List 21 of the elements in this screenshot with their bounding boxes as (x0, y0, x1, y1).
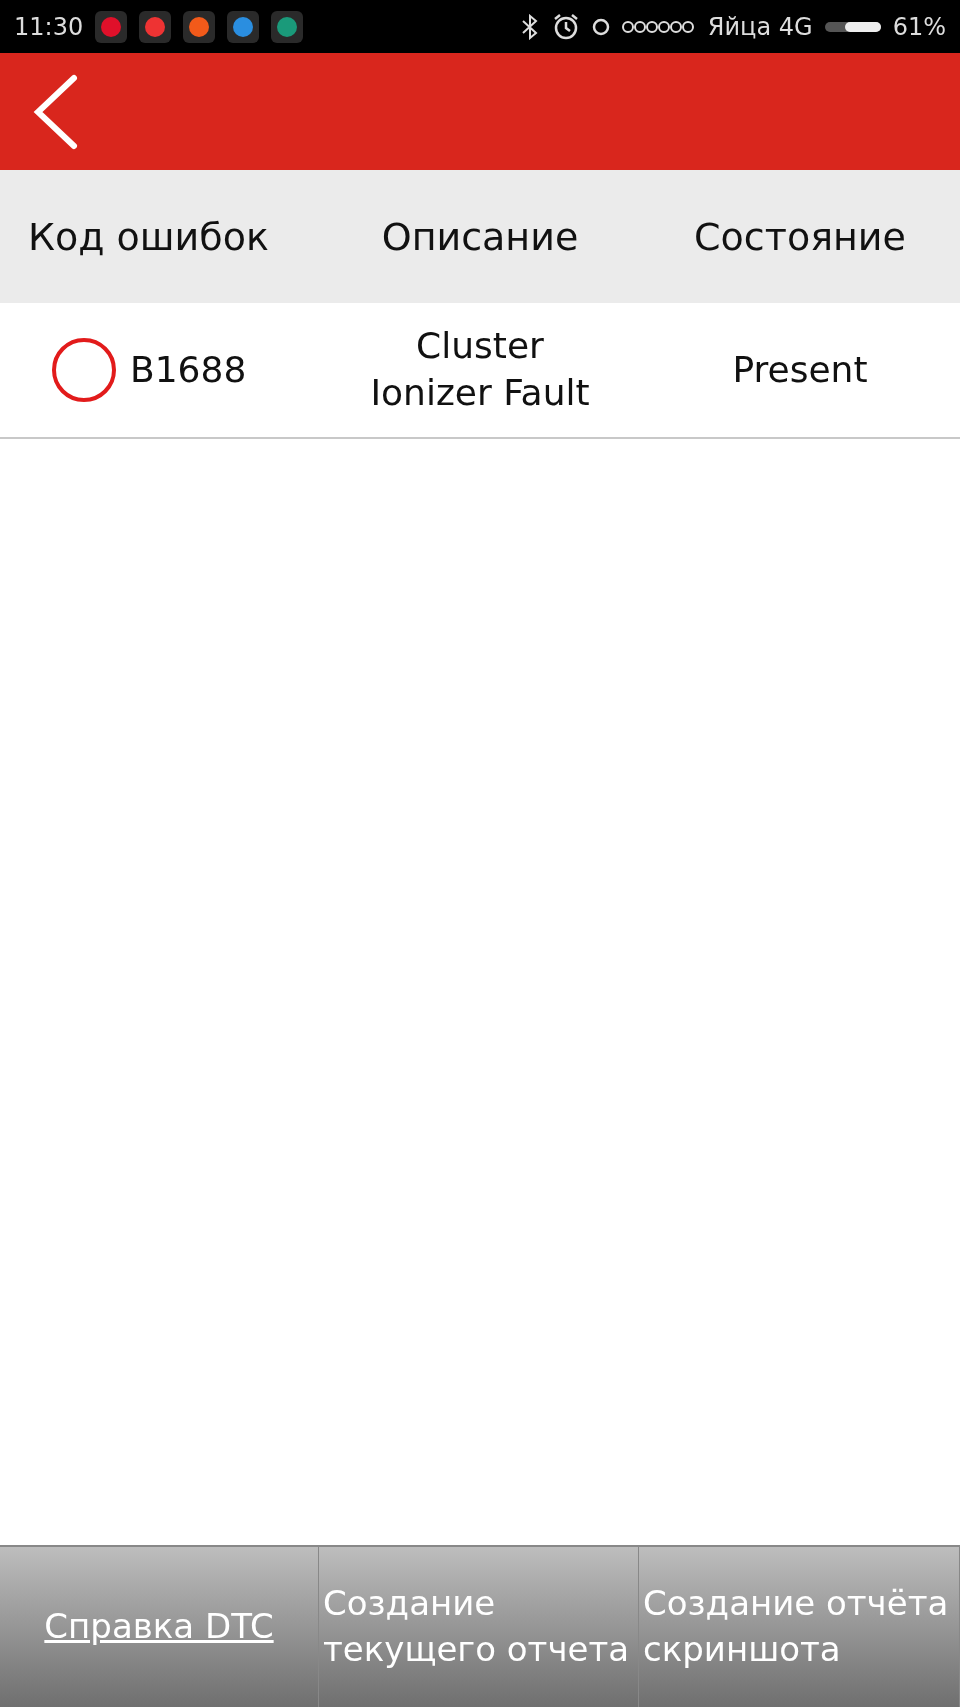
battery-icon (824, 19, 881, 34)
table-cell-text: Cluster Ionizer Fault (369, 324, 591, 415)
column-header: Описание (380, 214, 580, 259)
radio-button[interactable] (52, 338, 116, 402)
ring-icon (591, 17, 610, 36)
column-header: Код ошибок (27, 214, 270, 259)
app-notification-icon (95, 10, 128, 43)
battery-percent: 61% (892, 12, 946, 41)
signal-icon (621, 19, 696, 34)
table-cell-text: B1688 (130, 347, 247, 392)
app-notification-icon (139, 10, 172, 43)
app-notification-icon (183, 10, 216, 43)
app-notification-icon (271, 10, 304, 43)
column-header: Состояние (693, 214, 907, 259)
report-button[interactable]: Создание отчёта скриншота (639, 1547, 960, 1707)
app-notification-icon (227, 10, 260, 43)
status-time: 11:30 (14, 12, 84, 41)
help-link-button[interactable]: Справка DTC (0, 1547, 319, 1707)
table-cell-text: Present (731, 347, 869, 392)
report-button[interactable]: Создание текущего отчета (319, 1547, 639, 1707)
carrier-label: Яйца 4G (707, 12, 813, 41)
